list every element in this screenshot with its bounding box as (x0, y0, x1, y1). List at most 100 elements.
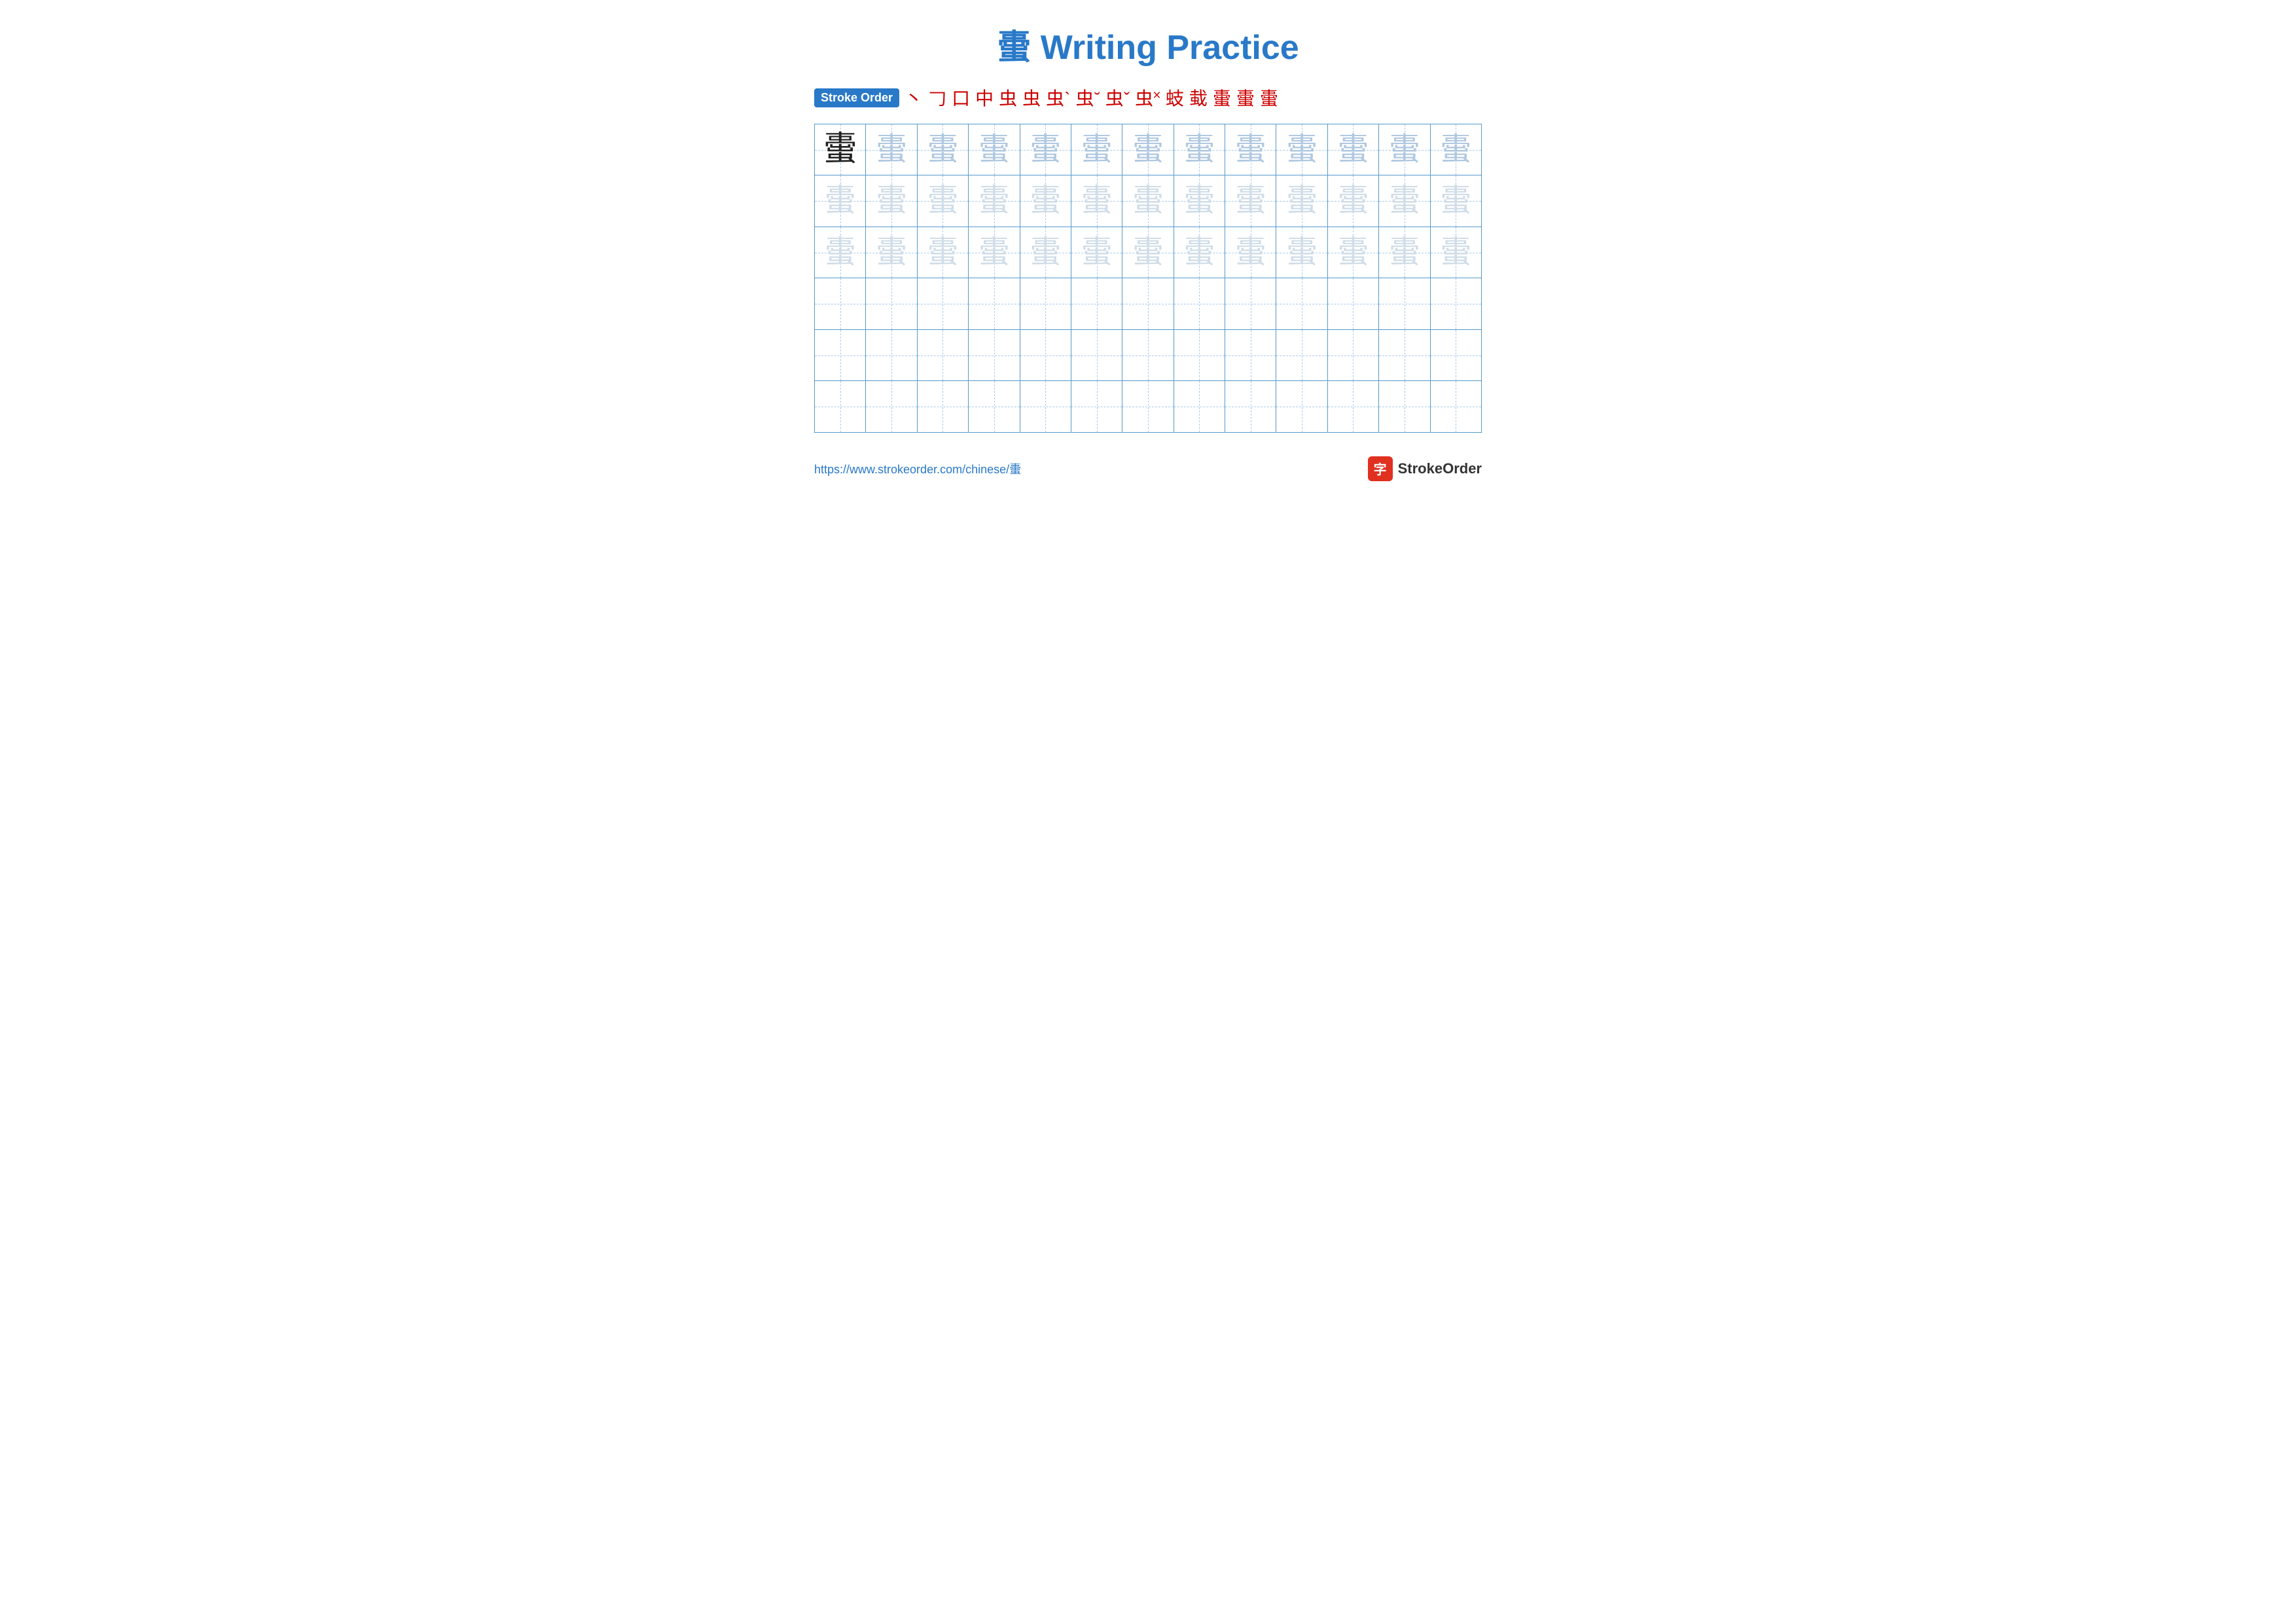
grid-cell[interactable] (1430, 381, 1481, 432)
grid-cell[interactable]: 蟗 (1430, 124, 1481, 175)
stroke-5: 虫 (999, 84, 1017, 111)
grid-cell[interactable]: 蟗 (1327, 227, 1378, 278)
grid-cell[interactable] (1225, 381, 1276, 432)
char-display: 蟗 (1286, 235, 1318, 270)
grid-cell[interactable]: 蟗 (917, 124, 968, 175)
grid-cell[interactable] (917, 329, 968, 380)
grid-cell[interactable]: 蟗 (1020, 175, 1071, 227)
grid-cell[interactable]: 蟗 (815, 124, 866, 175)
char-display: 蟗 (1286, 183, 1318, 218)
grid-cell[interactable]: 蟗 (1020, 124, 1071, 175)
grid-cell[interactable] (1122, 381, 1174, 432)
grid-cell[interactable] (969, 278, 1020, 329)
char-display: 蟗 (1389, 183, 1420, 218)
grid-cell[interactable] (1327, 381, 1378, 432)
grid-cell[interactable] (1379, 381, 1430, 432)
grid-cell[interactable] (815, 278, 866, 329)
grid-cell[interactable]: 蟗 (917, 175, 968, 227)
char-display: 蟗 (978, 183, 1010, 218)
table-row: 蟗 蟗 蟗 蟗 蟗 蟗 蟗 蟗 蟗 蟗 蟗 蟗 蟗 (815, 175, 1482, 227)
grid-cell[interactable]: 蟗 (1276, 227, 1327, 278)
grid-cell[interactable]: 蟗 (1379, 124, 1430, 175)
grid-cell[interactable] (1122, 329, 1174, 380)
grid-cell[interactable] (969, 329, 1020, 380)
grid-cell[interactable] (917, 381, 968, 432)
stroke-3: 口 (952, 84, 970, 111)
grid-cell[interactable] (1071, 278, 1122, 329)
grid-cell[interactable] (1430, 278, 1481, 329)
table-row: 蟗 蟗 蟗 蟗 蟗 蟗 蟗 蟗 蟗 蟗 蟗 蟗 蟗 (815, 124, 1482, 175)
grid-cell[interactable]: 蟗 (1276, 124, 1327, 175)
grid-cell[interactable]: 蟗 (917, 227, 968, 278)
grid-cell[interactable] (1122, 278, 1174, 329)
grid-cell[interactable]: 蟗 (1122, 175, 1174, 227)
grid-cell[interactable] (1430, 329, 1481, 380)
grid-cell[interactable] (1020, 381, 1071, 432)
grid-cell[interactable] (969, 381, 1020, 432)
table-row (815, 329, 1482, 380)
grid-cell[interactable]: 蟗 (1174, 124, 1225, 175)
grid-cell[interactable] (815, 381, 866, 432)
char-display: 蟗 (978, 132, 1010, 167)
page-title: 蟗 Writing Practice (814, 20, 1482, 69)
grid-cell[interactable]: 蟗 (1430, 175, 1481, 227)
grid-cell[interactable] (1174, 381, 1225, 432)
grid-cell[interactable]: 蟗 (969, 175, 1020, 227)
grid-cell[interactable] (866, 329, 917, 380)
char-display: 蟗 (1183, 132, 1215, 167)
grid-cell[interactable]: 蟗 (1174, 227, 1225, 278)
grid-cell[interactable]: 蟗 (1020, 227, 1071, 278)
stroke-9: 虫ˇ (1105, 84, 1130, 111)
grid-cell[interactable]: 蟗 (1379, 227, 1430, 278)
stroke-10: 虫˟ (1135, 84, 1160, 111)
grid-cell[interactable]: 蟗 (866, 227, 917, 278)
stroke-4: 中 (975, 84, 994, 111)
grid-cell[interactable]: 蟗 (1276, 175, 1327, 227)
grid-cell[interactable] (1225, 278, 1276, 329)
char-display: 蟗 (1235, 183, 1266, 218)
grid-cell[interactable]: 蟗 (1174, 175, 1225, 227)
grid-cell[interactable]: 蟗 (1071, 175, 1122, 227)
grid-cell[interactable] (1020, 329, 1071, 380)
grid-cell[interactable]: 蟗 (1225, 175, 1276, 227)
char-display: 蟗 (1440, 183, 1471, 218)
grid-cell[interactable]: 蟗 (1379, 175, 1430, 227)
char-display: 蟗 (927, 132, 958, 167)
grid-cell[interactable]: 蟗 (969, 227, 1020, 278)
grid-cell[interactable] (1174, 278, 1225, 329)
grid-cell[interactable]: 蟗 (1225, 124, 1276, 175)
grid-cell[interactable] (1379, 329, 1430, 380)
grid-cell[interactable] (866, 278, 917, 329)
grid-cell[interactable]: 蟗 (1327, 175, 1378, 227)
grid-cell[interactable] (1276, 329, 1327, 380)
grid-cell[interactable] (1071, 329, 1122, 380)
grid-cell[interactable] (1174, 329, 1225, 380)
grid-cell[interactable] (1327, 278, 1378, 329)
footer-url[interactable]: https://www.strokeorder.com/chinese/蟗 (814, 460, 1021, 477)
grid-cell[interactable]: 蟗 (1430, 227, 1481, 278)
grid-cell[interactable]: 蟗 (1071, 124, 1122, 175)
grid-cell[interactable]: 蟗 (969, 124, 1020, 175)
grid-cell[interactable] (1276, 278, 1327, 329)
char-display: 蟗 (978, 235, 1010, 270)
grid-cell[interactable] (1071, 381, 1122, 432)
grid-cell[interactable]: 蟗 (815, 227, 866, 278)
grid-cell[interactable] (1225, 329, 1276, 380)
grid-cell[interactable]: 蟗 (1122, 227, 1174, 278)
grid-cell[interactable] (815, 329, 866, 380)
grid-cell[interactable]: 蟗 (1225, 227, 1276, 278)
grid-cell[interactable]: 蟗 (866, 124, 917, 175)
grid-cell[interactable] (1276, 381, 1327, 432)
char-display: 蟗 (1337, 183, 1369, 218)
footer-logo: 字 StrokeOrder (1368, 456, 1482, 481)
grid-cell[interactable]: 蟗 (1327, 124, 1378, 175)
grid-cell[interactable] (1020, 278, 1071, 329)
grid-cell[interactable] (917, 278, 968, 329)
grid-cell[interactable]: 蟗 (815, 175, 866, 227)
grid-cell[interactable] (1327, 329, 1378, 380)
grid-cell[interactable] (1379, 278, 1430, 329)
grid-cell[interactable]: 蟗 (866, 175, 917, 227)
grid-cell[interactable]: 蟗 (1071, 227, 1122, 278)
grid-cell[interactable] (866, 381, 917, 432)
grid-cell[interactable]: 蟗 (1122, 124, 1174, 175)
